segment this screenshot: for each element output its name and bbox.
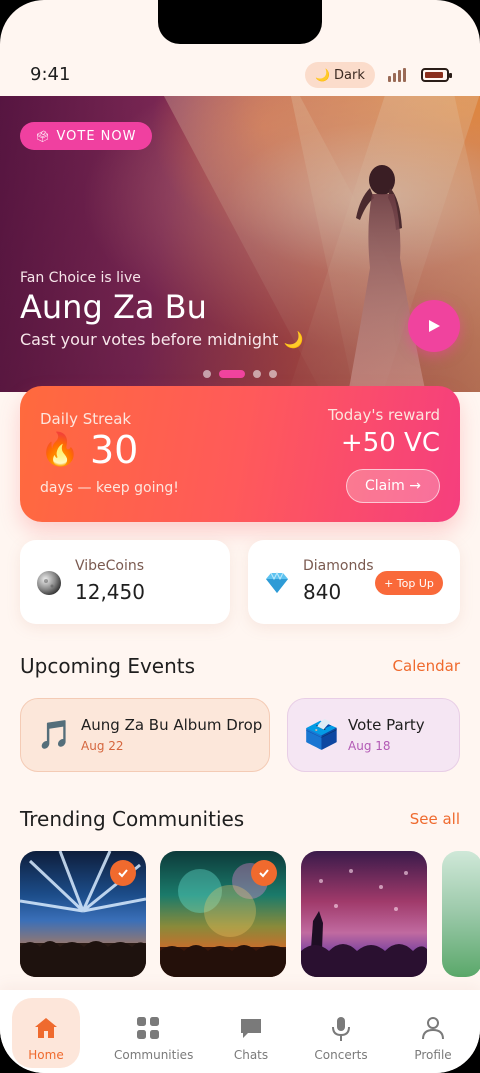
coin-icon <box>37 571 61 595</box>
event-date: Aug 22 <box>81 739 124 753</box>
grid-icon <box>137 1017 159 1039</box>
communities-section-title: Trending Communities <box>20 807 245 831</box>
diamond-icon <box>266 571 288 593</box>
battery-icon <box>421 68 452 82</box>
streak-label: Daily Streak <box>40 410 132 428</box>
calendar-link[interactable]: Calendar <box>393 657 460 675</box>
carousel-dot[interactable] <box>203 370 211 378</box>
music-note-icon: 🎵 <box>37 718 72 751</box>
nav-communities-label: Communities <box>114 1048 194 1062</box>
play-icon <box>429 320 440 332</box>
concert-photo <box>301 869 427 977</box>
carousel-dot[interactable] <box>253 370 261 378</box>
see-all-link[interactable]: See all <box>410 810 460 828</box>
status-time: 9:41 <box>30 64 71 85</box>
nav-concerts[interactable]: Concerts <box>307 998 375 1068</box>
home-icon <box>35 1018 57 1038</box>
moon-icon: 🌙 <box>315 68 331 82</box>
play-button[interactable] <box>408 300 460 352</box>
user-icon <box>422 1017 444 1040</box>
chat-icon <box>241 1019 261 1038</box>
claim-button[interactable]: Claim → <box>346 469 440 503</box>
hero-subtitle: Fan Choice is live <box>20 270 141 286</box>
reward-value: +50 VC <box>340 428 440 458</box>
streak-count: 30 <box>90 428 139 472</box>
carousel-dot-active[interactable] <box>219 370 245 378</box>
event-card[interactable]: 🗳️ Vote Party Aug 18 <box>287 698 460 772</box>
fire-icon: 🔥 <box>40 430 80 468</box>
nav-communities[interactable]: Communities <box>114 998 194 1068</box>
carousel-dot[interactable] <box>269 370 277 378</box>
streak-caption: days — keep going! <box>40 480 179 496</box>
ballot-box-icon: 🗳 <box>35 129 51 143</box>
vote-now-label: VOTE NOW <box>56 128 137 144</box>
nav-chats-label: Chats <box>233 1048 269 1062</box>
device-notch <box>158 0 322 44</box>
vibecoins-value: 12,450 <box>75 580 145 604</box>
events-section-title: Upcoming Events <box>20 654 196 678</box>
nav-profile[interactable]: Profile <box>399 998 467 1068</box>
dark-mode-toggle[interactable]: 🌙 Dark <box>305 62 375 88</box>
dark-mode-label: Dark <box>334 67 365 83</box>
nav-concerts-label: Concerts <box>314 1048 368 1062</box>
microphone-icon <box>332 1017 350 1041</box>
vote-now-button[interactable]: 🗳 VOTE NOW <box>20 122 152 150</box>
diamonds-value: 840 <box>303 580 342 604</box>
event-name: Aung Za Bu Album Drop <box>81 716 263 734</box>
community-card[interactable] <box>442 851 480 977</box>
reward-label: Today's reward <box>327 406 440 424</box>
event-card[interactable]: 🎵 Aung Za Bu Album Drop Aug 22 <box>20 698 270 772</box>
joined-check-icon <box>251 860 277 886</box>
nav-profile-label: Profile <box>414 1048 452 1062</box>
community-card[interactable] <box>301 851 427 977</box>
diamonds-card[interactable]: Diamonds 840 + Top Up <box>248 540 460 624</box>
top-up-button[interactable]: + Top Up <box>375 571 443 595</box>
ballot-box-icon: 🗳️ <box>304 718 339 751</box>
event-date: Aug 18 <box>348 739 391 753</box>
singer-silhouette-image <box>348 165 426 392</box>
vibecoins-label: VibeCoins <box>75 558 145 574</box>
signal-icon <box>388 68 408 82</box>
hero-banner[interactable]: 🗳 VOTE NOW Fan Choice is live Aung Za Bu… <box>0 96 480 392</box>
bottom-navigation: Home Communities Chats Concerts Profile <box>0 990 480 1073</box>
diamonds-label: Diamonds <box>303 558 374 574</box>
hero-tagline: Cast your votes before midnight 🌙 <box>20 330 304 349</box>
joined-check-icon <box>110 860 136 886</box>
status-bar: 9:41 🌙 Dark <box>0 56 480 96</box>
app-screen: 9:41 🌙 Dark 🗳 VOTE NOW Fan Choice is liv… <box>0 0 480 1073</box>
event-name: Vote Party <box>348 716 425 734</box>
nav-home[interactable]: Home <box>12 998 80 1068</box>
daily-streak-card: Daily Streak 🔥 30 days — keep going! Tod… <box>20 386 460 522</box>
carousel-indicator <box>203 370 283 378</box>
nav-home-label: Home <box>28 1048 64 1062</box>
hero-title: Aung Za Bu <box>20 288 207 326</box>
vibecoins-card[interactable]: VibeCoins 12,450 <box>20 540 230 624</box>
nav-chats[interactable]: Chats <box>217 998 285 1068</box>
